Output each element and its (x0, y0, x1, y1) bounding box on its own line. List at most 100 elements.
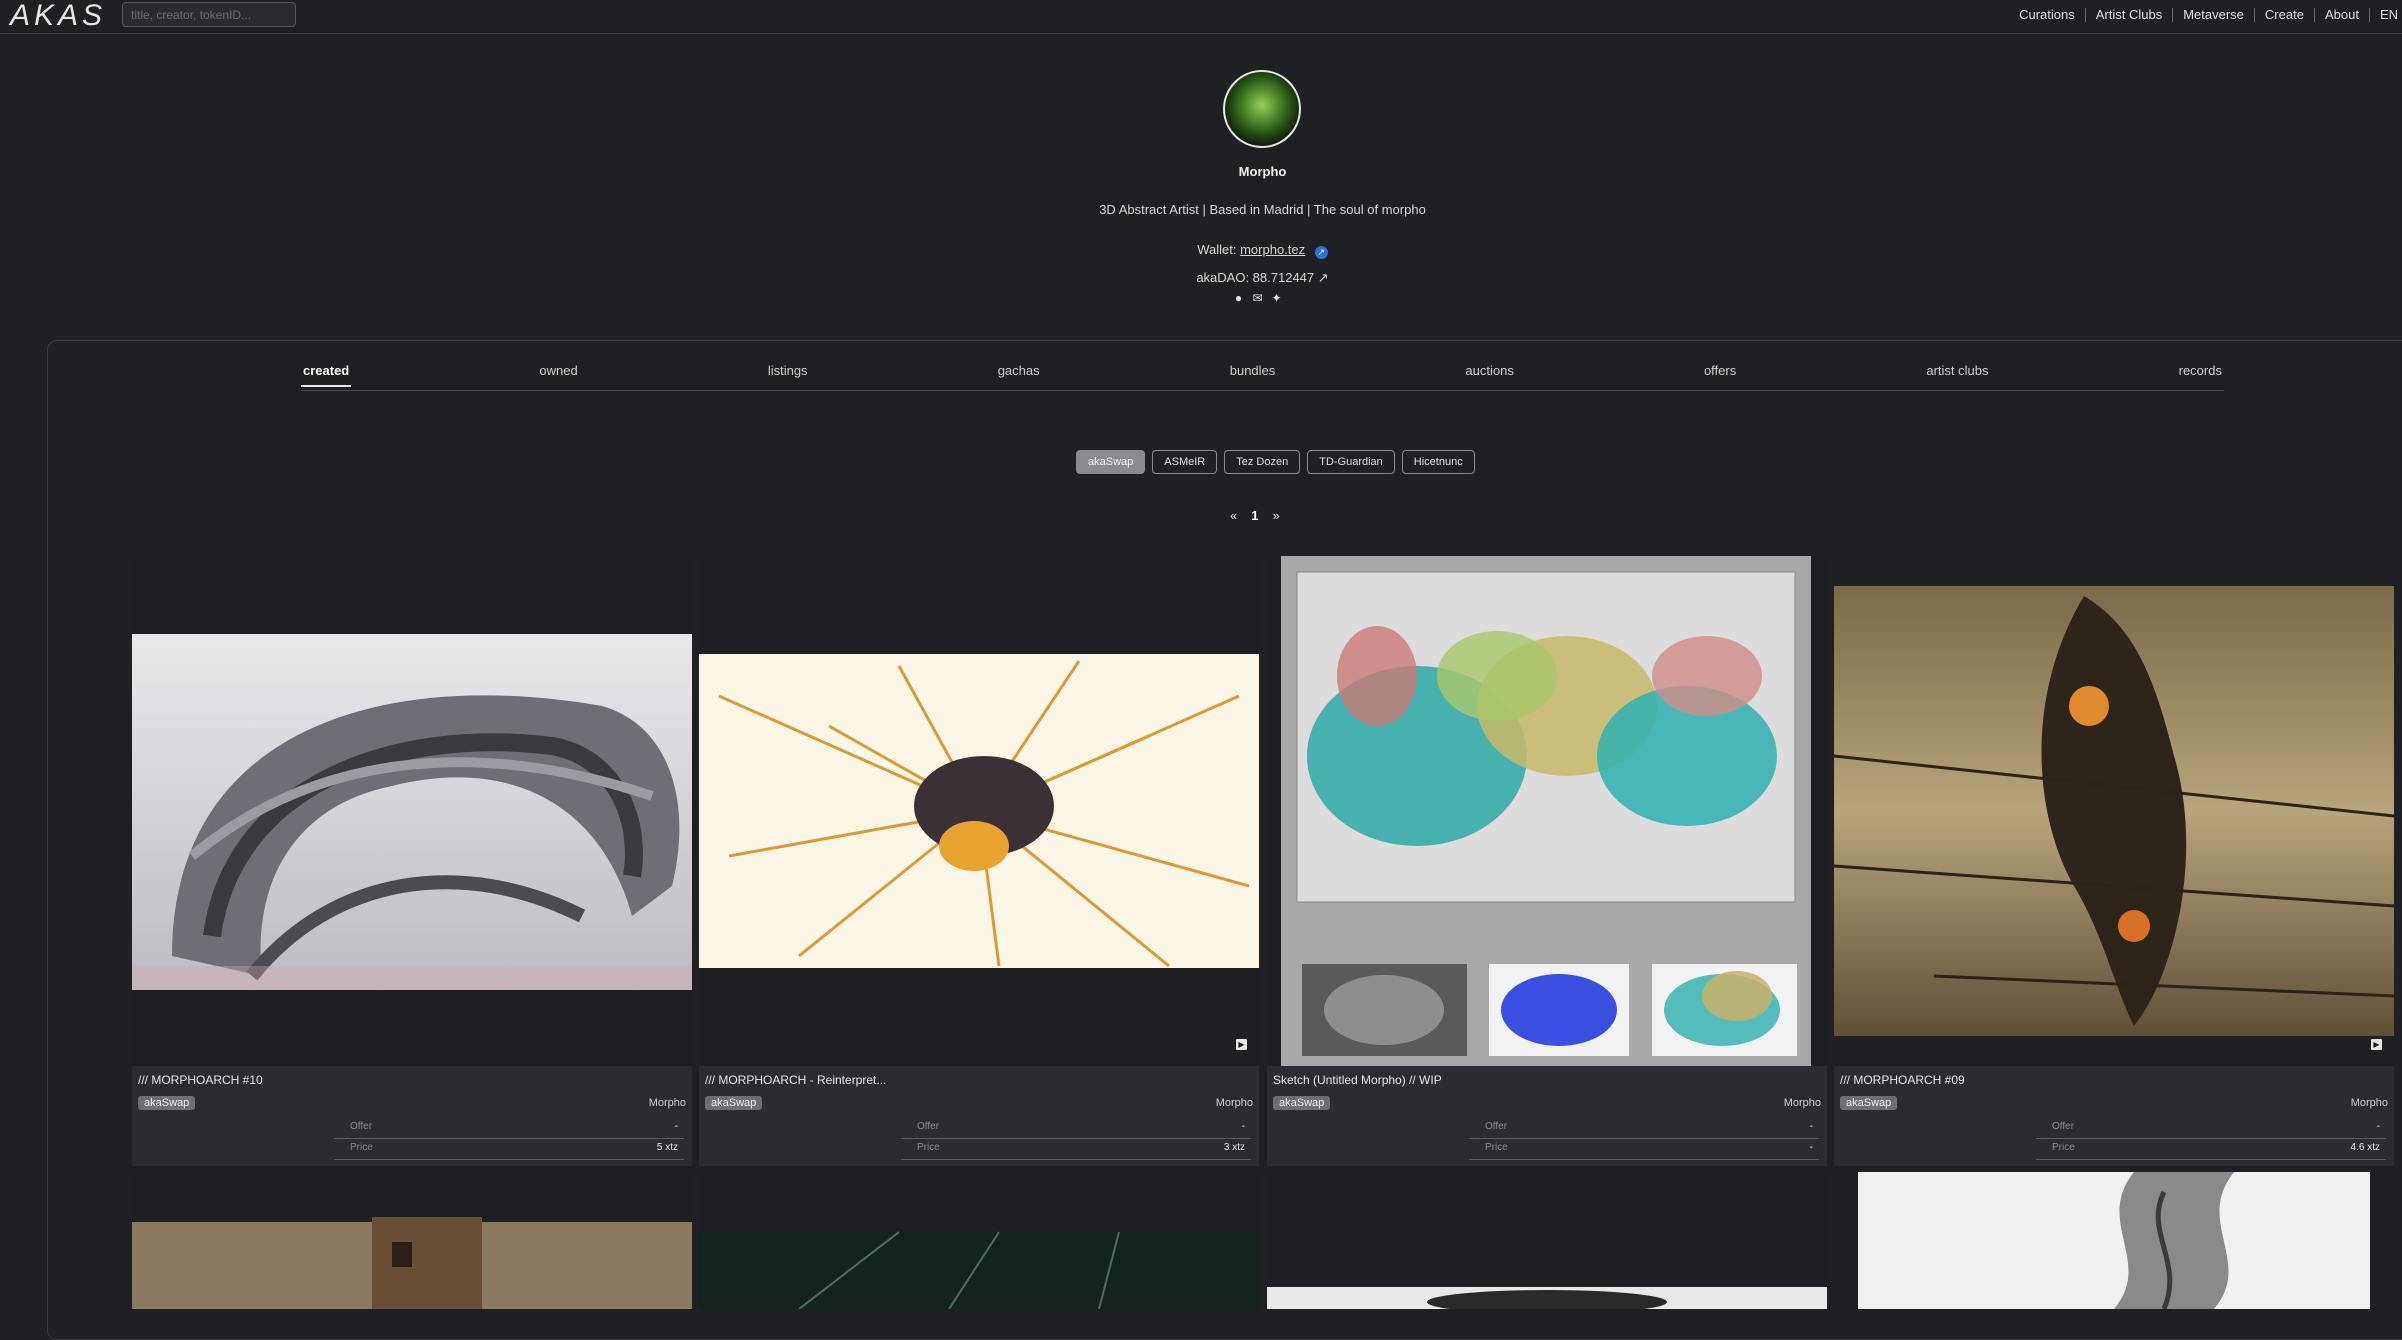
price-row: Price 3 xtz (901, 1139, 1251, 1160)
tab-created[interactable]: created (301, 360, 352, 387)
profile-tabs: created owned listings gachas bundles au… (301, 360, 2224, 391)
nft-card[interactable]: ▶ /// MORPHOARCH #09 akaSwap Morpho Offe… (1834, 556, 2394, 1166)
nft-thumbnail[interactable] (132, 556, 692, 1066)
price-label: Price (1485, 1142, 1508, 1153)
nav-metaverse[interactable]: Metaverse (2172, 8, 2254, 22)
nav-about[interactable]: About (2313, 8, 2369, 22)
next-page-button[interactable]: » (1272, 508, 1279, 523)
offer-label: Offer (917, 1121, 940, 1132)
filter-tez-dozen[interactable]: Tez Dozen (1224, 450, 1301, 474)
card-info: /// MORPHOARCH #09 akaSwap Morpho Offer … (1834, 1066, 2394, 1166)
card-title[interactable]: /// MORPHOARCH - Reinterpret... (705, 1073, 886, 1087)
nft-card[interactable]: Sketch (Untitled Morpho) // WIP akaSwap … (1267, 556, 1827, 1166)
pagination: « 1 » (1230, 508, 1280, 523)
profile-bio: 3D Abstract Artist | Based in Madrid | T… (1099, 202, 1426, 217)
card-creator[interactable]: Morpho (1784, 1097, 1821, 1109)
price-value: 4.6 xtz (2350, 1142, 2380, 1153)
wallet-address-link[interactable]: morpho.tez (1240, 242, 1305, 257)
tab-bundles[interactable]: bundles (1228, 360, 1278, 387)
dao-balance: akaDAO: 88.712447 (1196, 270, 1315, 285)
offer-value: - (1809, 1121, 1813, 1132)
mail-icon[interactable]: ✉ (1251, 292, 1264, 305)
nft-card[interactable] (1834, 1172, 2394, 1309)
artwork-image (132, 634, 692, 990)
nft-card[interactable] (1267, 1172, 1827, 1309)
offer-label: Offer (1485, 1121, 1508, 1132)
card-creator[interactable]: Morpho (2351, 1097, 2388, 1109)
price-label: Price (2052, 1142, 2075, 1153)
price-label: Price (350, 1142, 373, 1153)
artwork-image (699, 1231, 1259, 1309)
nft-thumbnail[interactable] (1267, 556, 1827, 1066)
main-nav: Curations Artist Clubs Metaverse Create … (2009, 0, 2402, 30)
top-navbar: AKAS Curations Artist Clubs Metaverse Cr… (0, 0, 2402, 34)
play-icon[interactable]: ▶ (1236, 1039, 1247, 1050)
card-creator[interactable]: Morpho (1216, 1097, 1253, 1109)
nft-thumbnail[interactable]: ▶ (699, 556, 1259, 1066)
offer-value: - (674, 1121, 678, 1132)
offer-label: Offer (2052, 1121, 2075, 1132)
card-title[interactable]: /// MORPHOARCH #10 (138, 1073, 263, 1087)
nft-card[interactable]: ▶ /// MORPHOARCH - Reinterpret... akaSwa… (699, 556, 1259, 1166)
current-page[interactable]: 1 (1251, 508, 1258, 523)
social-links: ● ✉ ✦ (1232, 292, 1283, 305)
external-link-icon[interactable]: ↗ (1314, 246, 1328, 259)
card-title[interactable]: Sketch (Untitled Morpho) // WIP (1273, 1073, 1442, 1087)
language-switch[interactable]: EN (2368, 8, 2402, 22)
price-value: 5 xtz (656, 1142, 678, 1153)
nft-thumbnail[interactable] (1834, 1172, 2394, 1309)
offer-row: Offer - (1469, 1118, 1819, 1139)
card-creator[interactable]: Morpho (649, 1097, 686, 1109)
price-row: Price - (1469, 1139, 1819, 1160)
price-row: Price 5 xtz (334, 1139, 684, 1160)
avatar (1223, 70, 1301, 148)
nav-curations[interactable]: Curations (2009, 8, 2085, 22)
platform-badge: akaSwap (138, 1096, 196, 1110)
wallet-label: Wallet: (1197, 242, 1237, 257)
nft-card[interactable]: /// MORPHOARCH #10 akaSwap Morpho Offer … (132, 556, 692, 1166)
nav-create[interactable]: Create (2253, 8, 2314, 22)
prev-page-button[interactable]: « (1230, 508, 1237, 523)
card-info: /// MORPHOARCH - Reinterpret... akaSwap … (699, 1066, 1259, 1166)
nft-thumbnail[interactable] (1267, 1172, 1827, 1309)
tab-auctions[interactable]: auctions (1463, 360, 1515, 387)
akas-logo[interactable]: AKAS (10, 1, 106, 31)
nft-thumbnail[interactable] (132, 1172, 692, 1309)
price-value: - (1809, 1142, 1813, 1153)
tab-offers[interactable]: offers (1702, 360, 1738, 387)
twitter-icon[interactable]: ✦ (1270, 292, 1283, 305)
tab-gachas[interactable]: gachas (996, 360, 1042, 387)
filter-td-guardian[interactable]: TD-Guardian (1307, 450, 1395, 474)
platform-badge: akaSwap (705, 1096, 763, 1110)
offer-row: Offer - (2036, 1118, 2386, 1139)
price-label: Price (917, 1142, 940, 1153)
profile-wallet: Wallet: morpho.tez ↗ (0, 242, 2402, 259)
nav-artist-clubs[interactable]: Artist Clubs (2084, 8, 2172, 22)
card-info: Sketch (Untitled Morpho) // WIP akaSwap … (1267, 1066, 1827, 1166)
play-icon[interactable]: ▶ (2371, 1039, 2382, 1050)
nft-thumbnail[interactable]: ▶ (1834, 556, 2394, 1066)
artwork-image (1281, 556, 1811, 1066)
price-value: 3 xtz (1223, 1142, 1245, 1153)
search-input[interactable] (122, 2, 296, 27)
tab-records[interactable]: records (2177, 360, 2224, 387)
profile-name: Morpho (1238, 164, 1287, 179)
filter-akaswap[interactable]: akaSwap (1076, 450, 1146, 474)
filter-hicetnunc[interactable]: Hicetnunc (1401, 450, 1475, 474)
offer-row: Offer - (334, 1118, 684, 1139)
card-info: /// MORPHOARCH #10 akaSwap Morpho Offer … (132, 1066, 692, 1166)
offer-value: - (1241, 1121, 1245, 1132)
nft-thumbnail[interactable] (699, 1172, 1259, 1309)
profile-dao: akaDAO: 88.712447 ↗ (0, 270, 2402, 286)
external-arrow-icon[interactable]: ↗ (1318, 270, 1329, 285)
globe-icon[interactable]: ● (1232, 292, 1245, 305)
filter-asmeir[interactable]: ASMeIR (1152, 450, 1218, 474)
card-title[interactable]: /// MORPHOARCH #09 (1840, 1073, 1965, 1087)
tab-listings[interactable]: listings (766, 360, 810, 387)
price-row: Price 4.6 xtz (2036, 1139, 2386, 1160)
nft-card[interactable] (132, 1172, 692, 1309)
tab-artist-clubs[interactable]: artist clubs (1924, 360, 1990, 387)
tab-owned[interactable]: owned (537, 360, 579, 387)
nft-card[interactable] (699, 1172, 1259, 1309)
artwork-image (1834, 586, 2394, 1036)
